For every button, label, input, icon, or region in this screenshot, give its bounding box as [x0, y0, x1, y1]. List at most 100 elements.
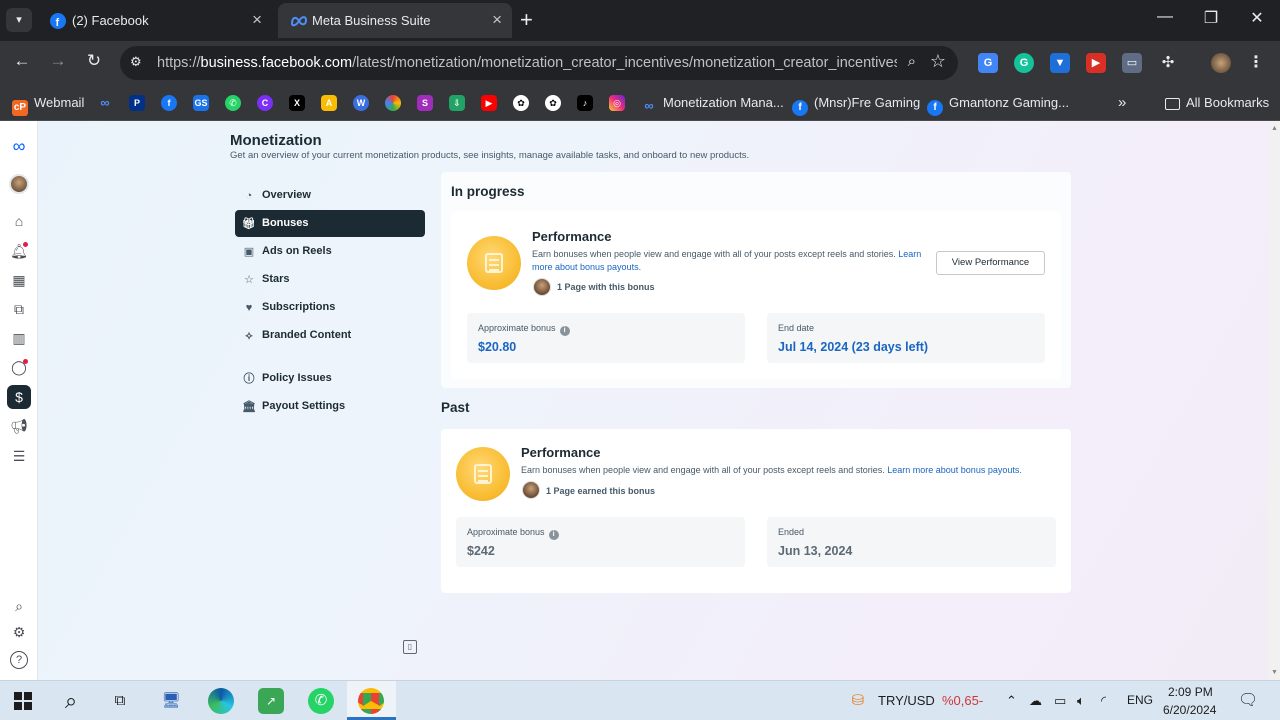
- whatsapp-icon[interactable]: ✆: [308, 688, 334, 714]
- whatsapp-bookmark-icon[interactable]: ✆: [225, 95, 241, 111]
- all-tools-menu-icon[interactable]: ☰: [9, 446, 29, 466]
- nav-stars[interactable]: ☆ Stars: [235, 266, 425, 293]
- notification-center-icon[interactable]: 🗨︎: [1238, 690, 1258, 710]
- bookmark-webmail[interactable]: cP Webmail: [12, 93, 84, 116]
- google-ads-bookmark-icon[interactable]: A: [321, 95, 337, 111]
- windows-start-icon[interactable]: [10, 688, 36, 714]
- tab-search-button[interactable]: ▾: [6, 8, 32, 32]
- browser-menu-icon[interactable]: ⋮: [1246, 53, 1266, 73]
- info-icon[interactable]: i: [559, 326, 570, 336]
- reels-icon: ▣: [243, 246, 255, 258]
- monetization-icon[interactable]: $: [7, 385, 31, 409]
- meta-bookmark-icon[interactable]: ∞: [97, 95, 113, 111]
- pc-app-icon[interactable]: 🖥︎: [158, 688, 184, 714]
- nav-overview[interactable]: ◔ Overview: [235, 182, 425, 209]
- scroll-down-icon[interactable]: ▼: [1271, 669, 1278, 676]
- search-icon[interactable]: ⌕: [9, 596, 29, 616]
- bookmark-gmantonz-gaming[interactable]: f Gmantonz Gaming...: [927, 93, 1069, 116]
- translate-extension-icon[interactable]: G: [978, 53, 998, 73]
- url-text[interactable]: https://business.facebook.com/latest/mon…: [157, 55, 897, 71]
- s-bookmark-icon[interactable]: S: [417, 95, 433, 111]
- close-window-icon[interactable]: ✕: [1242, 8, 1272, 28]
- nav-ads-on-reels[interactable]: ▣ Ads on Reels: [235, 238, 425, 265]
- tab-facebook[interactable]: f (2) Facebook ×: [38, 3, 272, 38]
- nav-bonuses[interactable]: 🎁︎ Bonuses: [235, 210, 425, 237]
- paypal-bookmark-icon[interactable]: P: [129, 95, 145, 111]
- canva-bookmark-icon[interactable]: C: [257, 95, 273, 111]
- info-icon[interactable]: i: [548, 530, 559, 540]
- forward-icon[interactable]: →: [46, 51, 70, 71]
- ads-icon[interactable]: 📢︎: [9, 416, 29, 436]
- pages-earned-bonus[interactable]: 1 Page earned this bonus: [546, 486, 655, 496]
- planner-icon[interactable]: ⧉: [9, 299, 29, 319]
- x-bookmark-icon[interactable]: X: [289, 95, 305, 111]
- battery-icon[interactable]: ▭: [1054, 693, 1066, 709]
- nav-policy-issues[interactable]: ⓘ Policy Issues: [235, 365, 425, 392]
- pages-with-bonus[interactable]: 1 Page with this bonus: [557, 282, 655, 292]
- screen-extension-icon[interactable]: ▭: [1122, 53, 1142, 73]
- help-icon[interactable]: ?: [10, 651, 28, 669]
- search-icon[interactable]: ⌕: [58, 688, 84, 714]
- circle-bookmark-icon[interactable]: [385, 95, 401, 111]
- all-bookmarks-folder[interactable]: All Bookmarks: [1165, 93, 1269, 113]
- wifi-icon[interactable]: ◜: [1101, 693, 1106, 709]
- download-bookmark-icon[interactable]: ⇩: [449, 95, 465, 111]
- openai-bookmark-icon[interactable]: ✿: [513, 95, 529, 111]
- restore-icon[interactable]: ❐: [1196, 8, 1226, 28]
- minimize-icon[interactable]: —: [1150, 8, 1180, 26]
- gs-bookmark-icon[interactable]: GS: [193, 95, 209, 111]
- clock-date[interactable]: 6/20/2024: [1163, 703, 1216, 717]
- facebook-icon: f: [792, 100, 808, 116]
- currency-ticker-label[interactable]: TRY/USD: [878, 693, 935, 708]
- collapse-sidebar-icon[interactable]: ▯: [403, 640, 417, 654]
- tiktok-bookmark-icon[interactable]: ♪: [577, 95, 593, 111]
- language-indicator[interactable]: ENG: [1127, 693, 1153, 707]
- page-scrollbar[interactable]: ▲ ▼: [1268, 121, 1280, 680]
- task-view-icon[interactable]: ⧉: [107, 688, 133, 714]
- grammarly-extension-icon[interactable]: G: [1014, 53, 1034, 73]
- scroll-up-icon[interactable]: ▲: [1271, 125, 1278, 132]
- new-tab-icon[interactable]: +: [520, 7, 533, 33]
- shield-extension-icon[interactable]: ▼: [1050, 53, 1070, 73]
- youtube-bookmark-icon[interactable]: ▶: [481, 95, 497, 111]
- nav-payout-settings[interactable]: 🏛︎ Payout Settings: [235, 393, 425, 420]
- cloud-icon[interactable]: ☁: [1029, 693, 1042, 709]
- wp-bookmark-icon[interactable]: W: [353, 95, 369, 111]
- extensions-puzzle-icon[interactable]: ✣: [1158, 53, 1178, 73]
- openai-bookmark-icon-2[interactable]: ✿: [545, 95, 561, 111]
- address-bar[interactable]: ⚙ https://business.facebook.com/latest/m…: [120, 46, 958, 80]
- view-performance-button[interactable]: View Performance: [936, 251, 1045, 275]
- close-tab-icon[interactable]: ×: [492, 10, 502, 30]
- chrome-icon[interactable]: [358, 688, 384, 714]
- facebook-bookmark-icon[interactable]: f: [161, 95, 177, 111]
- clock-time[interactable]: 2:09 PM: [1168, 685, 1213, 699]
- bookmark-mnsr-fre-gaming[interactable]: f (Mnsr)Fre Gaming: [792, 93, 920, 116]
- insights-icon[interactable]: ▥: [9, 328, 29, 348]
- meta-logo-icon[interactable]: ∞: [9, 136, 29, 156]
- edge-icon[interactable]: [208, 688, 234, 714]
- home-icon[interactable]: ⌂: [9, 211, 29, 231]
- account-avatar[interactable]: [9, 174, 29, 194]
- in-progress-heading: In progress: [451, 184, 525, 199]
- zoom-icon[interactable]: ⌕: [908, 53, 916, 70]
- video-extension-icon[interactable]: ▶: [1086, 53, 1106, 73]
- tab-meta-business-suite[interactable]: Meta Business Suite ×: [278, 3, 512, 38]
- instagram-bookmark-icon[interactable]: ◎: [609, 95, 625, 111]
- profile-avatar[interactable]: [1211, 53, 1231, 73]
- more-bookmarks-icon[interactable]: »: [1118, 93, 1126, 113]
- content-icon[interactable]: ▦: [9, 270, 29, 290]
- nav-branded-content[interactable]: ⟡ Branded Content: [235, 322, 425, 349]
- settings-gear-icon[interactable]: ⚙: [9, 622, 29, 642]
- close-tab-icon[interactable]: ×: [252, 10, 262, 30]
- chart-app-icon[interactable]: ↗: [258, 688, 284, 714]
- volume-icon[interactable]: 🔈︎: [1077, 693, 1085, 709]
- bookmark-monetization-manager[interactable]: ∞ Monetization Mana...: [641, 93, 783, 113]
- reload-icon[interactable]: ↻: [82, 51, 106, 71]
- show-hidden-icons-icon[interactable]: ⌃: [1006, 693, 1017, 709]
- nav-subscriptions[interactable]: ♥ Subscriptions: [235, 294, 425, 321]
- bonus-coin-icon: [456, 447, 510, 501]
- site-settings-icon[interactable]: ⚙: [130, 54, 142, 70]
- learn-more-link[interactable]: Learn more about bonus payouts.: [887, 465, 1022, 475]
- bookmark-star-icon[interactable]: ☆: [930, 51, 946, 72]
- back-icon[interactable]: ←: [10, 51, 34, 71]
